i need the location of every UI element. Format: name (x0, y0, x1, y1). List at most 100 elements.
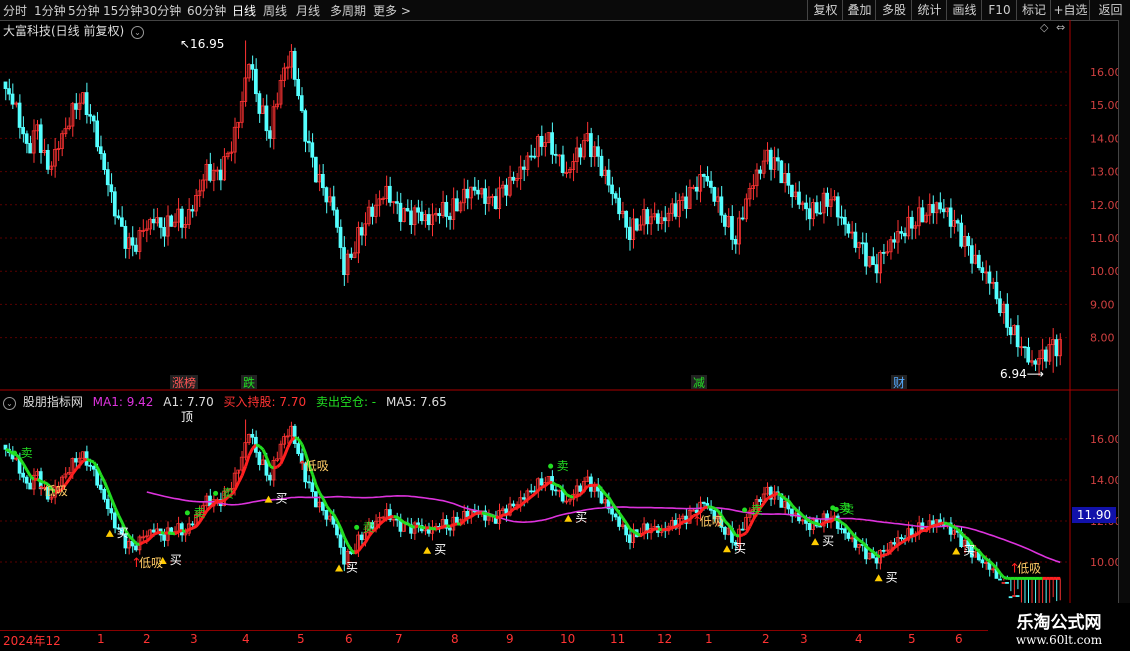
side-strip[interactable] (1118, 20, 1130, 630)
candle-body (455, 199, 458, 211)
trend-line-segment (538, 487, 542, 490)
trend-line-segment (570, 496, 574, 497)
trend-line-segment (986, 559, 990, 561)
buy-signal-label: 买 (886, 570, 898, 584)
trend-line-segment (196, 522, 200, 526)
candle-body (981, 268, 984, 273)
trend-line-segment (976, 549, 980, 552)
candle-body (131, 238, 134, 245)
candle-body (371, 207, 374, 216)
trend-line-segment (355, 551, 359, 553)
trend-line-segment (672, 527, 676, 528)
candle-body (209, 164, 212, 180)
candle-body (466, 189, 469, 198)
trend-line-segment (263, 450, 267, 458)
trend-line-segment (73, 469, 77, 474)
candle-body (872, 257, 875, 265)
candle-body (350, 254, 353, 257)
candle-body (512, 177, 515, 180)
candle-body (903, 233, 906, 236)
diamond-icon[interactable]: ◇ (1040, 21, 1048, 34)
candle-body (674, 204, 677, 217)
trend-line-segment (154, 533, 158, 535)
candle-body (427, 214, 430, 224)
trend-line-segment (256, 445, 260, 446)
candle-body (343, 248, 346, 275)
candle-body (713, 187, 716, 201)
chevron-down-icon[interactable]: ⌄ (3, 397, 16, 410)
trend-line-segment (877, 555, 881, 556)
candle-body (776, 158, 779, 161)
expand-icon[interactable]: ⇔ (1056, 21, 1065, 34)
ind-candle-body (110, 509, 113, 513)
candle-body (611, 185, 614, 194)
trend-line-segment (150, 534, 154, 538)
candle-body (826, 193, 829, 206)
candle-body (893, 240, 896, 242)
ind-candle-body (360, 535, 363, 540)
trend-line-segment (348, 544, 352, 550)
trend-line-segment (870, 550, 874, 552)
ind-candle-body (512, 504, 515, 506)
high-price-label: ↖16.95 (180, 37, 224, 51)
trend-line-segment (616, 508, 620, 513)
buy-triangle-icon (335, 565, 343, 572)
date-label: 10 (560, 632, 575, 646)
trend-line-segment (207, 507, 211, 511)
ind-candle-body (103, 489, 106, 499)
sell-signal-label: 卖 (222, 486, 234, 500)
trend-line-segment (725, 521, 729, 525)
chevron-down-icon[interactable]: ⌄ (131, 26, 144, 39)
buy-signal-label: 买 (822, 534, 834, 548)
trend-line-segment (768, 496, 772, 498)
candle-body (900, 232, 903, 234)
ind-candle-body (1002, 582, 1005, 583)
trend-line-segment (23, 464, 27, 470)
trend-line-segment (605, 494, 609, 498)
ind-candle-body (75, 459, 78, 463)
trend-line-segment (507, 512, 511, 514)
ind-candle-body (702, 502, 705, 503)
candle-body (589, 134, 592, 157)
ind-candle-body (843, 529, 846, 533)
candle-body (854, 232, 857, 247)
trend-line-segment (411, 527, 415, 528)
candle-body (293, 51, 296, 79)
trend-line-segment (193, 526, 197, 528)
candle-body (219, 170, 222, 180)
y-tick-label: 13.00 (1090, 166, 1122, 179)
trend-line-segment (796, 509, 800, 512)
ind-candle-body (448, 528, 451, 530)
trend-line-segment (831, 519, 835, 521)
buy-signal-label: 买 (963, 544, 975, 558)
trend-line-segment (214, 501, 218, 504)
candle-body (967, 236, 970, 245)
date-label: 1 (97, 632, 105, 646)
ma1-label: MA1: 9.42 (93, 395, 154, 409)
date-label: 3 (190, 632, 198, 646)
trend-line-segment (450, 525, 454, 527)
trend-line-segment (634, 532, 638, 534)
buy-signal-label: 买 (170, 553, 182, 567)
candle-body (977, 255, 980, 267)
date-label: 4 (242, 632, 250, 646)
indicator-name: 股朋指标网 (23, 395, 83, 409)
candle-body (388, 186, 391, 202)
candle-body (1009, 327, 1012, 334)
ind-candle-body (314, 492, 317, 507)
candle-body (808, 209, 811, 219)
trend-line-segment (186, 529, 190, 531)
buy-triangle-icon (875, 574, 883, 581)
trend-line-segment (891, 548, 895, 552)
candle-body (191, 210, 194, 212)
candle-body (970, 246, 973, 264)
trend-line-segment (418, 526, 422, 528)
ind-candle-body (611, 509, 614, 514)
trend-line-segment (919, 531, 923, 533)
sell-empty-label: 卖出空仓: - (316, 395, 376, 409)
trend-line-segment (764, 498, 768, 503)
date-label: 2 (762, 632, 770, 646)
candle-body (297, 79, 300, 95)
trend-line-segment (686, 519, 690, 521)
trend-line-segment (376, 524, 380, 528)
